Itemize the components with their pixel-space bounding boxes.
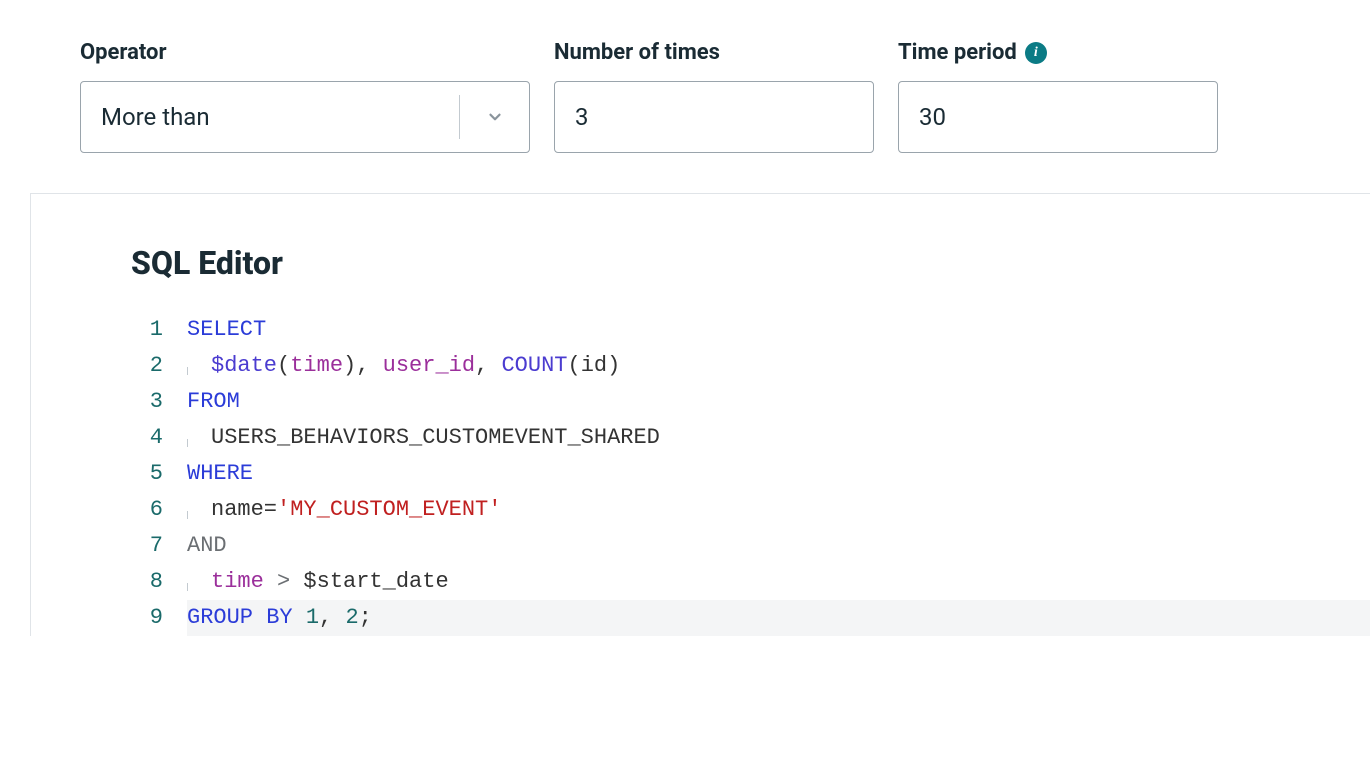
token-number: 2 bbox=[345, 605, 358, 630]
token-keyword: SELECT bbox=[187, 317, 266, 342]
token: name= bbox=[211, 497, 277, 522]
time-period-label: Time period i bbox=[898, 40, 1218, 65]
token-keyword: GROUP BY bbox=[187, 605, 293, 630]
token-function: $date bbox=[211, 353, 277, 378]
token: ( bbox=[567, 353, 580, 378]
token-keyword: AND bbox=[187, 533, 227, 558]
token-identifier: time bbox=[211, 569, 264, 594]
token: ; bbox=[359, 605, 372, 630]
line-number: 8 bbox=[131, 564, 163, 600]
info-icon[interactable]: i bbox=[1025, 42, 1047, 64]
number-of-times-input[interactable] bbox=[554, 81, 874, 153]
code-line[interactable]: GROUP BY 1, 2; bbox=[187, 600, 1370, 636]
token-table: USERS_BEHAVIORS_CUSTOMEVENT_SHARED bbox=[211, 425, 660, 450]
time-period-field: Time period i bbox=[898, 40, 1218, 153]
token-identifier: user_id bbox=[383, 353, 475, 378]
filter-row: Operator More than Number of times Time … bbox=[0, 0, 1370, 183]
token: ( bbox=[277, 353, 290, 378]
token: , bbox=[356, 353, 382, 378]
token-number: 1 bbox=[306, 605, 319, 630]
code-editor[interactable]: 1 2 3 4 5 6 7 8 9 SELECT $date(time), us… bbox=[131, 312, 1370, 636]
operator-label: Operator bbox=[80, 40, 530, 65]
token: , bbox=[475, 353, 501, 378]
operator-field: Operator More than bbox=[80, 40, 530, 153]
code-line[interactable]: WHERE bbox=[187, 456, 1370, 492]
code-line[interactable]: AND bbox=[187, 528, 1370, 564]
token: id bbox=[581, 353, 607, 378]
line-number: 3 bbox=[131, 384, 163, 420]
line-number: 7 bbox=[131, 528, 163, 564]
line-number: 4 bbox=[131, 420, 163, 456]
code-line[interactable]: time > $start_date bbox=[187, 564, 1370, 600]
time-period-input[interactable] bbox=[898, 81, 1218, 153]
chevron-down-icon bbox=[459, 95, 529, 139]
token-string: 'MY_CUSTOM_EVENT' bbox=[277, 497, 501, 522]
number-of-times-field: Number of times bbox=[554, 40, 874, 153]
token-identifier: time bbox=[290, 353, 343, 378]
sql-editor-title: SQL Editor bbox=[131, 244, 1370, 282]
number-of-times-label: Number of times bbox=[554, 40, 874, 65]
operator-select[interactable]: More than bbox=[80, 81, 530, 153]
token: ) bbox=[343, 353, 356, 378]
token: , bbox=[319, 605, 345, 630]
code-lines[interactable]: SELECT $date(time), user_id, COUNT(id) F… bbox=[187, 312, 1370, 636]
operator-value: More than bbox=[81, 103, 459, 131]
time-period-label-text: Time period bbox=[898, 40, 1017, 65]
token-keyword: WHERE bbox=[187, 461, 253, 486]
token-function: COUNT bbox=[501, 353, 567, 378]
code-line[interactable]: USERS_BEHAVIORS_CUSTOMEVENT_SHARED bbox=[187, 420, 1370, 456]
token-keyword: FROM bbox=[187, 389, 240, 414]
token: ) bbox=[607, 353, 620, 378]
line-number: 5 bbox=[131, 456, 163, 492]
token-operator: > bbox=[264, 569, 304, 594]
code-line[interactable]: $date(time), user_id, COUNT(id) bbox=[187, 348, 1370, 384]
line-number: 2 bbox=[131, 348, 163, 384]
token: $start_date bbox=[303, 569, 448, 594]
line-number: 9 bbox=[131, 600, 163, 636]
line-number: 1 bbox=[131, 312, 163, 348]
code-line[interactable]: name='MY_CUSTOM_EVENT' bbox=[187, 492, 1370, 528]
line-gutter: 1 2 3 4 5 6 7 8 9 bbox=[131, 312, 187, 636]
line-number: 6 bbox=[131, 492, 163, 528]
code-line[interactable]: SELECT bbox=[187, 312, 1370, 348]
sql-editor-section: SQL Editor 1 2 3 4 5 6 7 8 9 SELECT $dat… bbox=[30, 193, 1370, 636]
code-line[interactable]: FROM bbox=[187, 384, 1370, 420]
